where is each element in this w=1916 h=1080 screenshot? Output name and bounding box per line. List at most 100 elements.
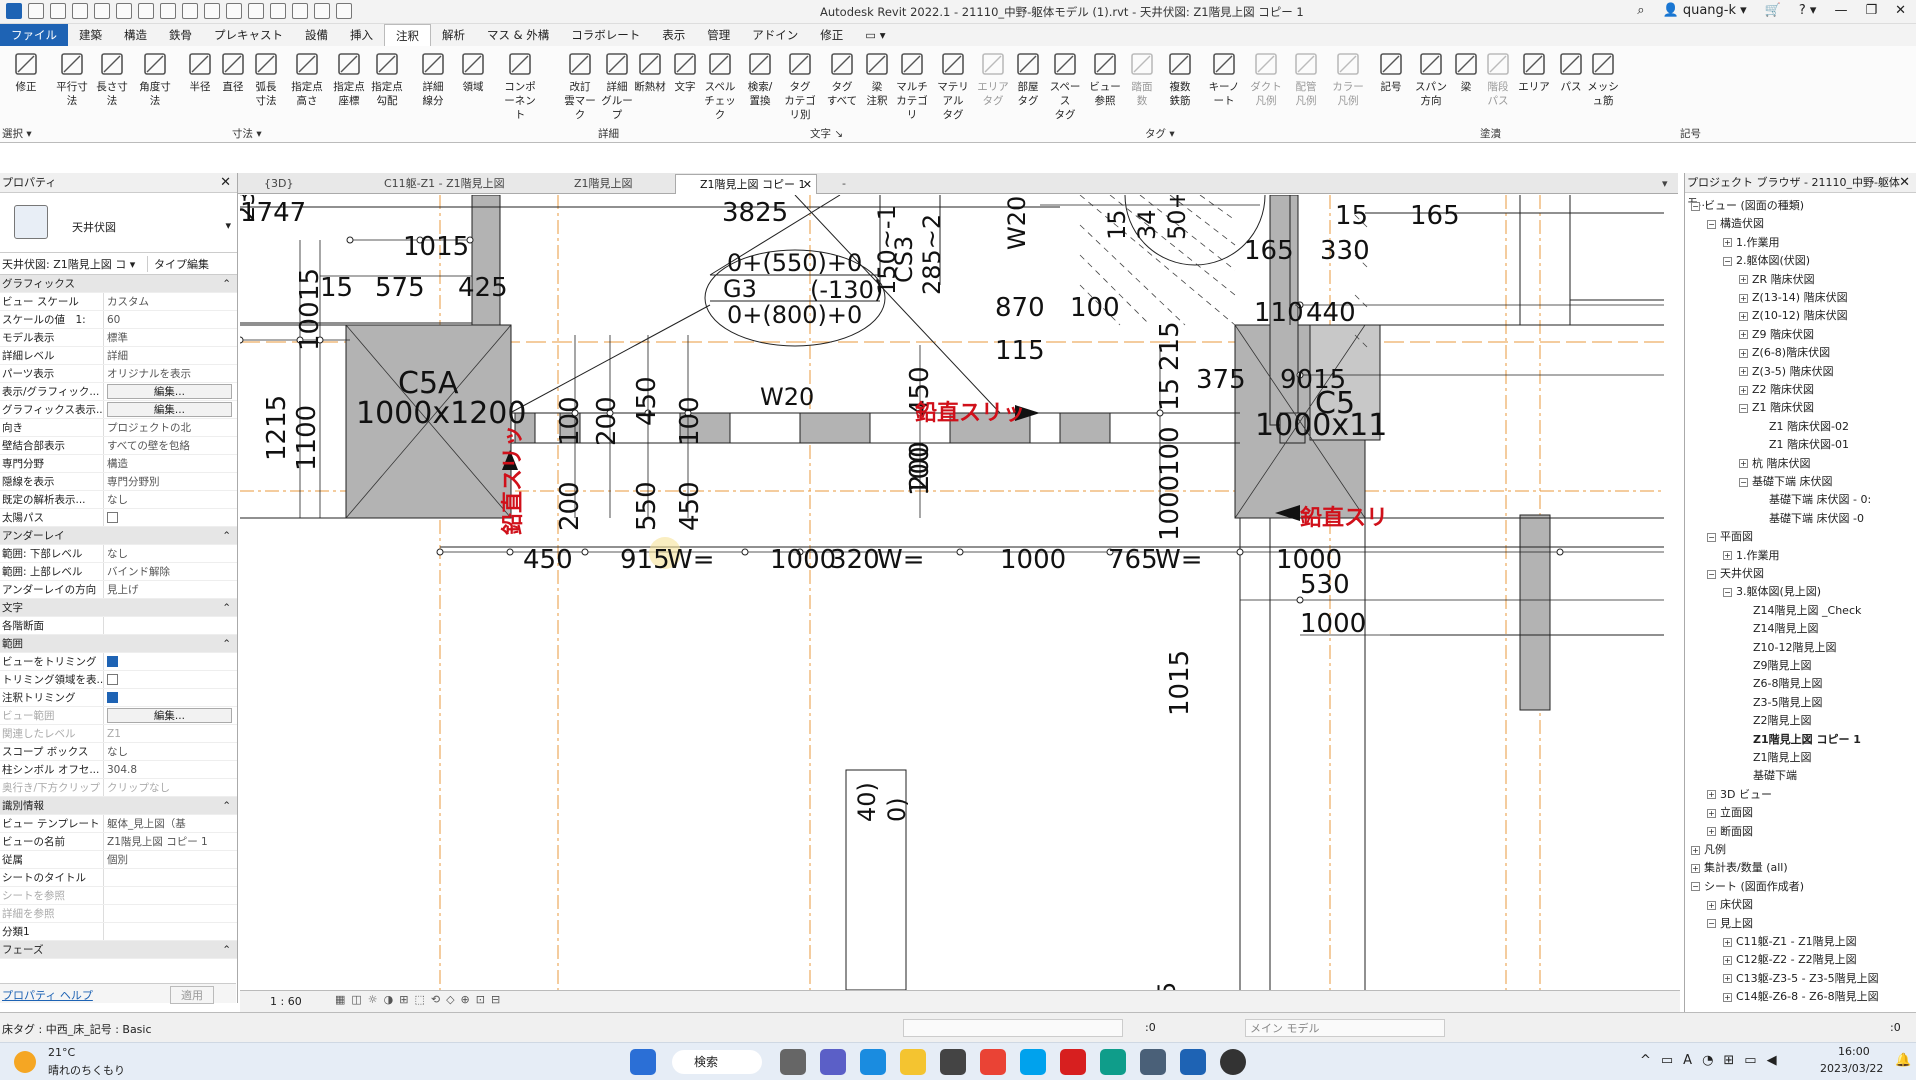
property-value[interactable]: Z1階見上図 コピー 1 [104, 833, 237, 850]
drawing-svg[interactable]: 3825101515 575 425100151215 1100 100 200 450 10… [240, 195, 1664, 990]
ribbon-button-text[interactable]: 文字 [665, 50, 705, 94]
browser-node[interactable]: Z14階見上図 [1739, 620, 1819, 636]
thin-lines-icon[interactable] [292, 3, 308, 19]
ribbon-group-label[interactable]: タグ ▾ [1145, 126, 1175, 141]
collapse-icon[interactable]: ⌃ [222, 797, 237, 814]
property-row[interactable]: アンダーレイの方向 見上げ [0, 581, 237, 599]
properties-help-link[interactable]: プロパティ ヘルプ [2, 987, 93, 1003]
dimension-text[interactable]: 375 [1196, 365, 1246, 395]
collapse-icon[interactable]: − [1691, 201, 1700, 211]
collapse-icon[interactable]: − [1707, 919, 1716, 929]
property-row[interactable]: シートを参照 [0, 887, 237, 905]
dimension-text[interactable]: 115 [995, 336, 1045, 366]
ribbon-group-label[interactable]: 寸法 ▾ [232, 126, 262, 141]
property-row[interactable]: 注釈トリミング [0, 689, 237, 707]
tab-massing-site[interactable]: マス & 外構 [476, 24, 560, 46]
collapse-icon[interactable]: ⌃ [222, 941, 237, 958]
browser-node[interactable]: − Z1 階床伏図 [1739, 399, 1814, 415]
ribbon-button-area-tag[interactable]: エリア タグ [973, 50, 1013, 108]
tab-manage[interactable]: 管理 [696, 24, 741, 46]
browser-node[interactable]: − シート (図面作成者) [1691, 878, 1804, 894]
minimize-icon[interactable]: — [1834, 3, 1847, 18]
property-row[interactable]: スケールの値 1: 60 [0, 311, 237, 329]
dimension-icon[interactable] [182, 3, 198, 19]
browser-node[interactable]: + 立面図 [1707, 804, 1753, 820]
ribbon-button-multi-category[interactable]: マルチ カテゴリ [892, 50, 932, 122]
dimension-text[interactable]: 110 [1254, 298, 1304, 328]
dimension-text[interactable]: 200 [592, 396, 622, 446]
dimension-text[interactable]: 15 [295, 268, 325, 301]
collapse-icon[interactable]: − [1707, 569, 1716, 579]
user-account[interactable]: 👤 quang-k ▾ [1663, 3, 1747, 18]
property-value[interactable] [104, 905, 237, 922]
property-section[interactable]: グラフィックス ⌃ [0, 275, 237, 293]
browser-node[interactable]: + C11躯-Z1 - Z1階見上図 [1723, 933, 1857, 949]
property-row[interactable]: トリミング領域を表... [0, 671, 237, 689]
expand-icon[interactable]: + [1739, 459, 1748, 469]
tab-annotate[interactable]: 注釈 [384, 24, 431, 46]
expand-icon[interactable]: + [1723, 974, 1732, 984]
property-row[interactable]: 各階断面 [0, 617, 237, 635]
ribbon-button-arc-length[interactable]: 弧長 寸法 [246, 50, 286, 108]
sync-icon[interactable] [72, 3, 88, 19]
weather-icon[interactable] [14, 1051, 36, 1073]
collapse-icon[interactable]: ⌃ [222, 275, 237, 292]
property-value[interactable] [104, 689, 237, 706]
chrome-icon[interactable] [980, 1049, 1006, 1075]
dimension-text[interactable]: 200 [905, 441, 935, 491]
ribbon-group-label[interactable]: 文字 ↘ [810, 126, 843, 141]
property-value[interactable]: 個別 [104, 851, 237, 868]
tab-steel[interactable]: 鉄骨 [158, 24, 203, 46]
store-icon[interactable] [940, 1049, 966, 1075]
ribbon-button-beam-annotation[interactable]: 梁 注釈 [857, 50, 897, 108]
property-row[interactable]: ビュー スケール カスタム [0, 293, 237, 311]
property-row[interactable]: 分類1 [0, 923, 237, 941]
cart-icon[interactable]: 🛒 [1765, 3, 1781, 18]
dimension-text[interactable]: 320 [830, 545, 880, 575]
view-tab[interactable]: - [818, 174, 878, 194]
browser-node[interactable]: Z6-8階見上図 [1739, 675, 1823, 691]
close-icon[interactable]: ✕ [1895, 3, 1906, 18]
property-value[interactable] [104, 887, 237, 904]
system-tray-icons[interactable]: ^▭A◔⊞▭◀ [1640, 1053, 1787, 1068]
tabs-dropdown-icon[interactable]: ▾ [1658, 174, 1668, 194]
browser-node[interactable]: 基礎下端 床伏図 - 0: [1755, 491, 1871, 507]
dimension-text[interactable]: 1015 [403, 232, 469, 262]
ribbon-group-label[interactable]: 選択 ▾ [2, 126, 32, 141]
browser-node[interactable]: +1.作業用 [1723, 234, 1780, 250]
browser-node[interactable]: 基礎下端 床伏図 -0 [1755, 510, 1864, 526]
expand-icon[interactable]: + [1707, 790, 1716, 800]
dimension-text[interactable]: 3825 [722, 198, 788, 228]
media-player-icon[interactable] [1220, 1049, 1246, 1075]
property-value[interactable]: 60 [104, 311, 237, 328]
close-tab-icon[interactable]: ✕ [803, 175, 812, 195]
browser-node[interactable]: + 集計表/数量 (all) [1691, 859, 1788, 875]
notification-icon[interactable]: 🔔 [1895, 1053, 1911, 1068]
file-explorer-icon[interactable] [900, 1049, 926, 1075]
browser-node[interactable]: Z9階見上図 [1739, 657, 1812, 673]
property-row[interactable]: 柱シンボル オフセ... 304.8 [0, 761, 237, 779]
collapse-icon[interactable]: − [1739, 403, 1748, 413]
expand-icon[interactable]: + [1691, 863, 1700, 873]
taskbar-search[interactable]: 検索 [672, 1050, 762, 1074]
ribbon-button-aligned-dimension[interactable]: 平行寸法 [52, 50, 92, 108]
save-icon[interactable] [50, 3, 66, 19]
start-button-icon[interactable] [630, 1049, 656, 1075]
edge-icon[interactable] [860, 1049, 886, 1075]
property-row[interactable]: ビューをトリミング [0, 653, 237, 671]
ribbon-button-material-tag[interactable]: マテリアル タグ [933, 50, 973, 122]
property-row[interactable]: 関連したレベル Z1 [0, 725, 237, 743]
browser-node[interactable]: − 見上図 [1707, 915, 1753, 931]
switch-windows-icon[interactable] [336, 3, 352, 19]
ribbon-button-space-tag[interactable]: スペース タグ [1045, 50, 1085, 122]
property-row[interactable]: ビュー テンプレート 躯体_見上図（基 [0, 815, 237, 833]
dimension-text[interactable]: 100 [295, 301, 325, 351]
checkbox[interactable] [107, 655, 118, 667]
dimension-text[interactable]: 1100 [292, 405, 322, 471]
section-icon[interactable] [270, 3, 286, 19]
ribbon-button-revision-cloud[interactable]: 改訂 雲マーク [560, 50, 600, 122]
dimension-text[interactable]: 450 [632, 376, 662, 426]
skype-icon[interactable] [1020, 1049, 1046, 1075]
ribbon-button-color-legend[interactable]: カラー 凡例 [1328, 50, 1368, 108]
ribbon-button-stair-path[interactable]: 階段 パス [1478, 50, 1518, 108]
